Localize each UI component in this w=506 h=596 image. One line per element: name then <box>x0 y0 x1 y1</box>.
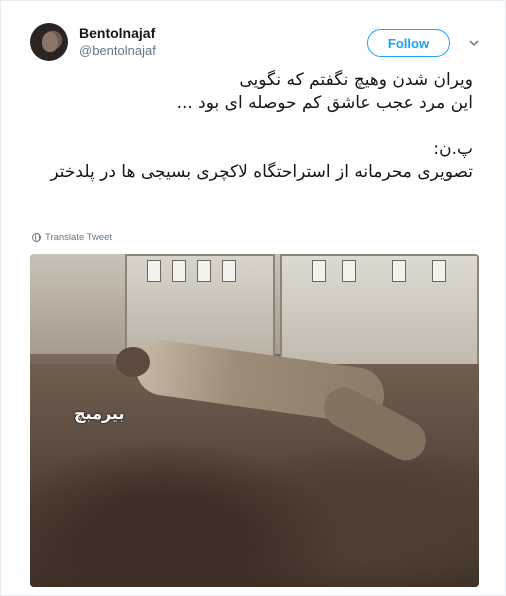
tweet-card: Bentolnajaf @bentolnajaf Follow ویران شد… <box>0 0 506 596</box>
ps-label: پ.ن: <box>433 139 473 159</box>
globe-icon <box>32 233 41 242</box>
photo-window <box>342 260 356 282</box>
avatar[interactable] <box>30 23 68 61</box>
photo-window <box>222 260 236 282</box>
chevron-down-icon[interactable] <box>468 37 480 49</box>
translate-tweet-link[interactable]: Translate Tweet <box>32 232 112 243</box>
photo-window <box>147 260 161 282</box>
display-name[interactable]: Bentolnajaf <box>79 25 155 41</box>
tweet-photo[interactable]: بیرمبچ <box>30 254 479 587</box>
tweet-text: ویران شدن وهیچ نگفتم که نگویی این مرد عج… <box>33 69 473 184</box>
photo-door-right <box>280 254 479 374</box>
ps-text: تصویری محرمانه از استراحتگاه لاکچری بسیج… <box>50 162 473 182</box>
tweet-line: این مرد عجب عاشق کم حوصله ای بود ... <box>176 93 473 113</box>
photo-window <box>392 260 406 282</box>
avatar-face <box>42 32 58 52</box>
photo-window <box>312 260 326 282</box>
user-handle[interactable]: @bentolnajaf <box>79 43 156 58</box>
tweet-line: ویران شدن وهیچ نگفتم که نگویی <box>239 70 473 90</box>
follow-button[interactable]: Follow <box>367 29 450 57</box>
translate-label: Translate Tweet <box>45 232 113 243</box>
photo-person-head <box>116 347 150 377</box>
photo-watermark: بیرمبچ <box>74 404 125 423</box>
photo-window <box>197 260 211 282</box>
photo-window <box>172 260 186 282</box>
photo-window <box>432 260 446 282</box>
